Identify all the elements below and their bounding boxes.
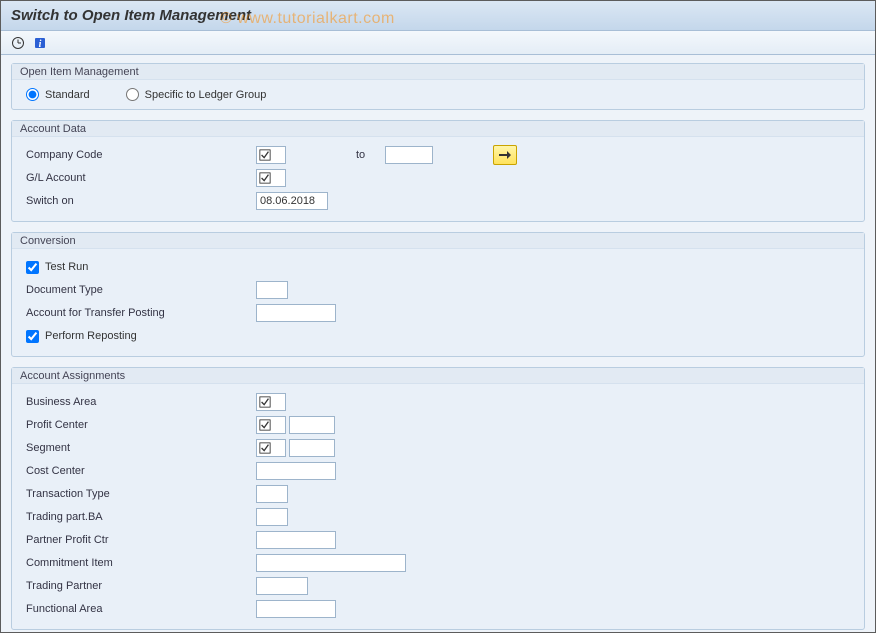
f4-check-icon bbox=[259, 149, 271, 161]
test-run-input[interactable] bbox=[26, 261, 39, 274]
transaction-type-input[interactable] bbox=[256, 485, 288, 503]
business-area-selopt[interactable] bbox=[256, 393, 286, 411]
group-title-oim: Open Item Management bbox=[12, 64, 864, 80]
f4-check-icon bbox=[259, 442, 271, 454]
functional-area-label: Functional Area bbox=[26, 603, 256, 615]
f4-check-icon bbox=[259, 172, 271, 184]
transfer-account-input[interactable] bbox=[256, 304, 336, 322]
toolbar: i © www.tutorialkart.com bbox=[1, 31, 875, 55]
arrow-right-icon bbox=[499, 150, 511, 160]
radio-standard[interactable]: Standard bbox=[26, 88, 90, 101]
clock-icon bbox=[11, 36, 25, 50]
test-run-label: Test Run bbox=[45, 261, 88, 273]
segment-selopt[interactable] bbox=[256, 439, 286, 457]
group-account-data: Account Data Company Code to G/L Account bbox=[11, 120, 865, 222]
page-title: Switch to Open Item Management bbox=[11, 7, 251, 24]
group-title-account-data: Account Data bbox=[12, 121, 864, 137]
segment-label: Segment bbox=[26, 442, 256, 454]
gl-account-selopt[interactable] bbox=[256, 169, 286, 187]
info-button[interactable]: i bbox=[31, 34, 49, 52]
switch-on-input[interactable] bbox=[256, 192, 328, 210]
group-title-assignments: Account Assignments bbox=[12, 368, 864, 384]
to-label: to bbox=[356, 149, 365, 161]
switch-on-label: Switch on bbox=[26, 195, 256, 207]
company-code-multisel-button[interactable] bbox=[493, 145, 517, 165]
profit-center-label: Profit Center bbox=[26, 419, 256, 431]
radio-standard-input[interactable] bbox=[26, 88, 39, 101]
group-conversion: Conversion Test Run Document Type Accoun… bbox=[11, 232, 865, 357]
execute-button[interactable] bbox=[9, 34, 27, 52]
radio-standard-label: Standard bbox=[45, 89, 90, 101]
radio-specific[interactable]: Specific to Ledger Group bbox=[126, 88, 267, 101]
group-account-assignments: Account Assignments Business Area Profit… bbox=[11, 367, 865, 630]
profit-center-selopt[interactable] bbox=[256, 416, 286, 434]
partner-profit-ctr-label: Partner Profit Ctr bbox=[26, 534, 256, 546]
transfer-account-label: Account for Transfer Posting bbox=[26, 307, 256, 319]
company-code-label: Company Code bbox=[26, 149, 256, 161]
trading-partner-input[interactable] bbox=[256, 577, 308, 595]
group-title-conversion: Conversion bbox=[12, 233, 864, 249]
cost-center-input[interactable] bbox=[256, 462, 336, 480]
company-code-to-input[interactable] bbox=[385, 146, 433, 164]
functional-area-input[interactable] bbox=[256, 600, 336, 618]
segment-input[interactable] bbox=[289, 439, 335, 457]
f4-check-icon bbox=[259, 396, 271, 408]
perform-reposting-label: Perform Reposting bbox=[45, 330, 137, 342]
business-area-label: Business Area bbox=[26, 396, 256, 408]
document-type-input[interactable] bbox=[256, 281, 288, 299]
partner-profit-ctr-input[interactable] bbox=[256, 531, 336, 549]
profit-center-input[interactable] bbox=[289, 416, 335, 434]
trading-part-ba-input[interactable] bbox=[256, 508, 288, 526]
perform-reposting-checkbox[interactable]: Perform Reposting bbox=[26, 330, 137, 343]
cost-center-label: Cost Center bbox=[26, 465, 256, 477]
perform-reposting-input[interactable] bbox=[26, 330, 39, 343]
company-code-selopt[interactable] bbox=[256, 146, 286, 164]
info-icon: i bbox=[33, 36, 47, 50]
transaction-type-label: Transaction Type bbox=[26, 488, 256, 500]
trading-part-ba-label: Trading part.BA bbox=[26, 511, 256, 523]
group-open-item-management: Open Item Management Standard Specific t… bbox=[11, 63, 865, 110]
svg-text:i: i bbox=[39, 39, 42, 50]
gl-account-label: G/L Account bbox=[26, 172, 256, 184]
commitment-item-label: Commitment Item bbox=[26, 557, 256, 569]
trading-partner-label: Trading Partner bbox=[26, 580, 256, 592]
commitment-item-input[interactable] bbox=[256, 554, 406, 572]
radio-specific-input[interactable] bbox=[126, 88, 139, 101]
test-run-checkbox[interactable]: Test Run bbox=[26, 261, 88, 274]
radio-specific-label: Specific to Ledger Group bbox=[145, 89, 267, 101]
document-type-label: Document Type bbox=[26, 284, 256, 296]
f4-check-icon bbox=[259, 419, 271, 431]
